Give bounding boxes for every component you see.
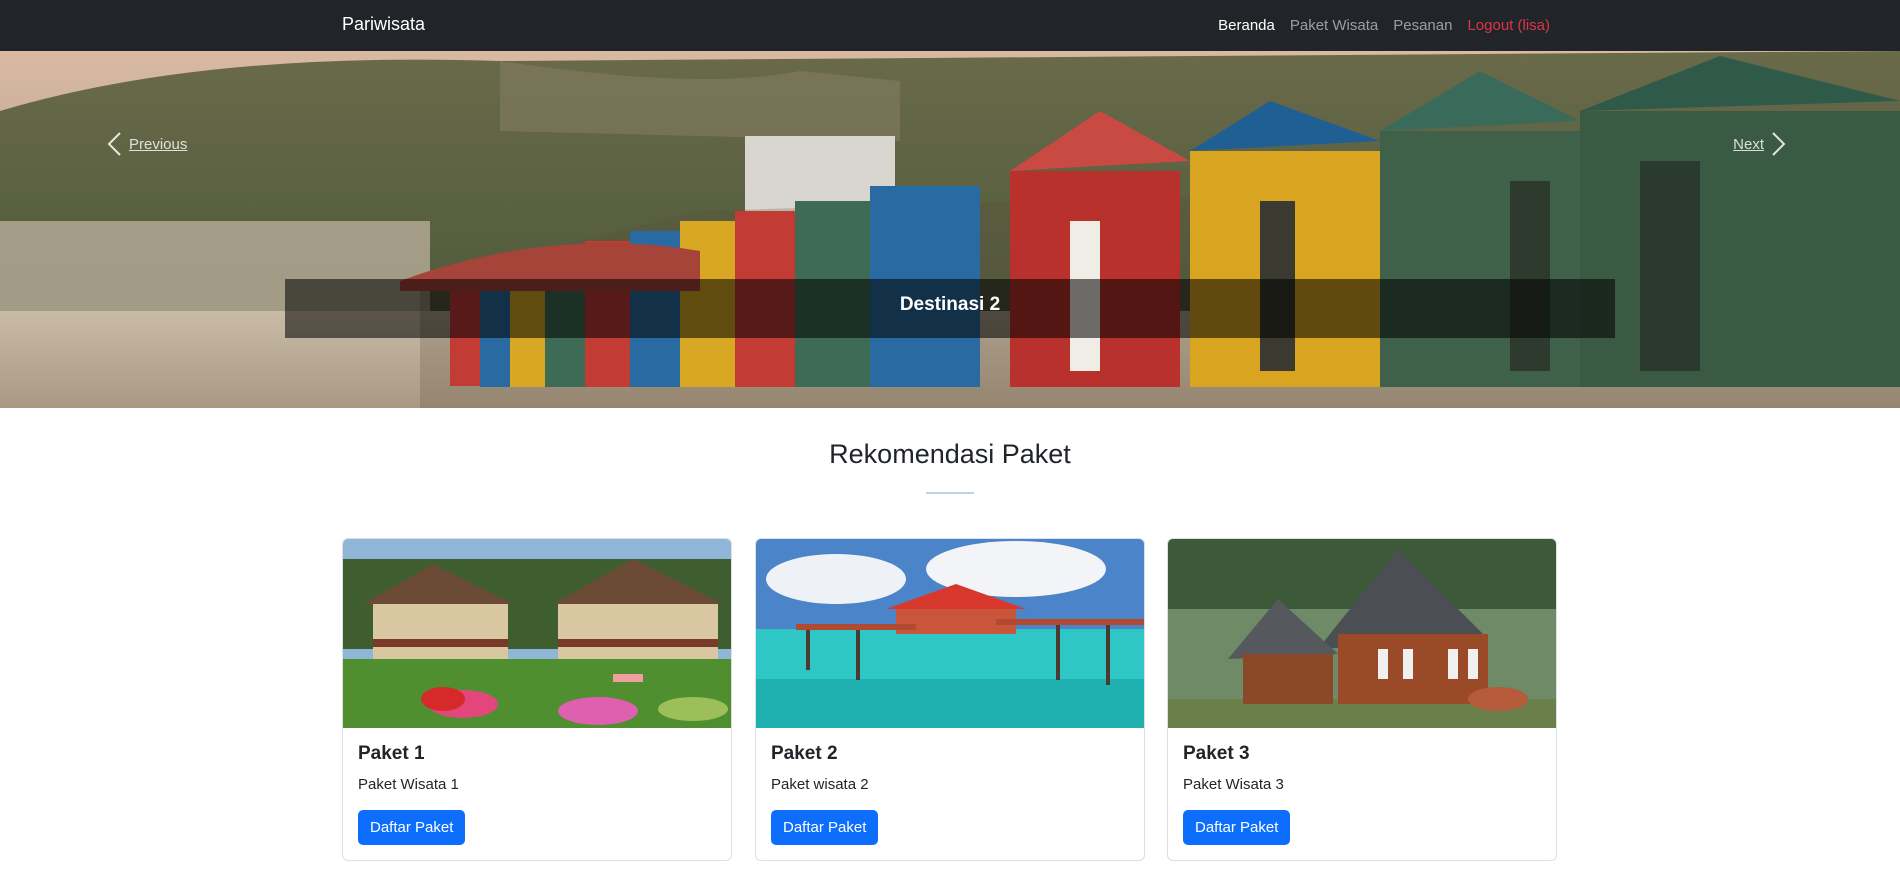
card-image [756,539,1144,728]
nav-link-paket-wisata[interactable]: Paket Wisata [1290,17,1378,34]
carousel-next-label: Next [1733,135,1764,153]
carousel-slide-image [0,51,1900,408]
package-card: Paket 1 Paket Wisata 1 Daftar Paket [342,538,732,861]
card-image [343,539,731,728]
card-text: Paket wisata 2 [771,776,869,793]
chevron-left-icon [107,132,121,156]
nav-links: Beranda Paket Wisata Pesanan Logout (lis… [1218,17,1550,34]
card-title: Paket 2 [771,743,838,764]
carousel-prev-label: Previous [129,135,188,153]
navbar: Pariwisata Beranda Paket Wisata Pesanan … [0,0,1900,51]
brand-link[interactable]: Pariwisata [342,14,425,35]
card-title: Paket 1 [358,743,425,764]
package-card: Paket 3 Paket Wisata 3 Daftar Paket [1167,538,1557,861]
nav-link-pesanan[interactable]: Pesanan [1393,17,1452,34]
carousel-prev-control[interactable]: Previous [105,131,187,157]
card-image [1168,539,1556,728]
section-title: Rekomendasi Paket [829,439,1071,469]
card-title: Paket 3 [1183,743,1250,764]
card-text: Paket Wisata 1 [358,776,459,793]
title-divider [926,492,974,494]
hero-carousel: Previous Next [0,51,1900,408]
carousel-caption: Destinasi 2 [899,294,1001,315]
nav-link-beranda[interactable]: Beranda [1218,17,1275,34]
daftar-paket-button[interactable]: Daftar Paket [358,810,466,845]
chevron-right-icon [1772,132,1786,156]
card-text: Paket Wisata 3 [1183,776,1284,793]
carousel-next-control[interactable]: Next [1733,131,1788,157]
daftar-paket-button[interactable]: Daftar Paket [771,810,879,845]
daftar-paket-button[interactable]: Daftar Paket [1183,810,1291,845]
package-card: Paket 2 Paket wisata 2 Daftar Paket [755,538,1145,861]
nav-link-logout[interactable]: Logout (lisa) [1467,17,1550,34]
